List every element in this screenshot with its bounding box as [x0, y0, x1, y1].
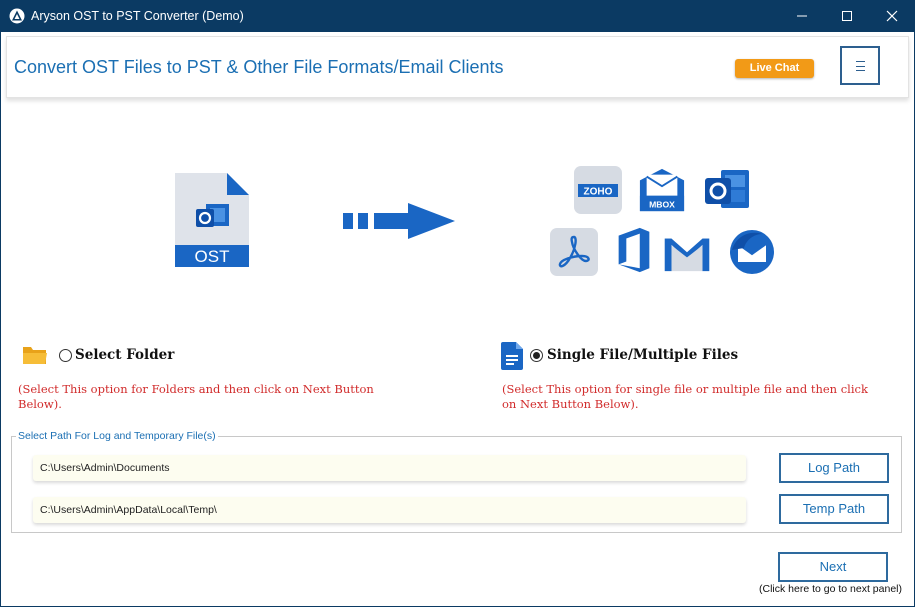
close-icon — [886, 10, 898, 22]
path-group-label: Select Path For Log and Temporary File(s… — [16, 430, 218, 442]
next-button[interactable]: Next — [778, 552, 888, 582]
single-multiple-files-hint: (Select This option for single file or m… — [502, 382, 868, 411]
log-path-input[interactable]: C:\Users\Admin\Documents — [33, 455, 746, 481]
ost-file-label: OST — [195, 247, 230, 266]
maximize-icon — [842, 11, 852, 21]
minimize-button[interactable] — [779, 0, 825, 32]
ost-file-icon: OST — [175, 173, 249, 267]
app-logo-icon — [9, 8, 25, 24]
minimize-icon — [797, 15, 807, 17]
live-chat-button[interactable]: Live Chat — [735, 59, 814, 78]
conversion-arrow-icon — [343, 203, 455, 239]
log-path-button[interactable]: Log Path — [779, 453, 889, 483]
zoho-icon: ZOHO — [574, 166, 622, 214]
maximize-button[interactable] — [824, 0, 870, 32]
header-panel: Convert OST Files to PST & Other File Fo… — [6, 36, 909, 98]
select-folder-radio[interactable] — [59, 349, 72, 362]
mbox-label: MBOX — [649, 199, 675, 209]
outlook-icon — [705, 170, 749, 208]
close-button[interactable] — [869, 0, 915, 32]
single-multiple-files-label[interactable]: Single File/Multiple Files — [547, 347, 738, 363]
single-multiple-files-radio[interactable] — [530, 349, 543, 362]
zoho-label: ZOHO — [584, 187, 613, 198]
temp-path-input[interactable]: C:\Users\Admin\AppData\Local\Temp\ — [33, 497, 746, 523]
window-title: Aryson OST to PST Converter (Demo) — [31, 9, 244, 23]
hamburger-icon — [856, 61, 865, 71]
acrobat-pdf-icon — [550, 228, 598, 276]
document-icon — [501, 342, 523, 370]
folder-icon — [23, 347, 47, 364]
next-hint: (Click here to go to next panel) — [759, 583, 902, 595]
select-folder-hint: (Select This option for Folders and then… — [18, 382, 374, 411]
title-bar: Aryson OST to PST Converter (Demo) — [0, 0, 915, 32]
temp-path-button[interactable]: Temp Path — [779, 494, 889, 524]
menu-button[interactable] — [840, 46, 880, 85]
thunderbird-icon — [730, 230, 774, 274]
gmail-icon — [664, 238, 710, 272]
office365-icon — [618, 227, 650, 273]
select-folder-label[interactable]: Select Folder — [75, 347, 174, 363]
page-heading: Convert OST Files to PST & Other File Fo… — [14, 57, 504, 77]
mbox-icon: MBOX — [639, 168, 685, 212]
